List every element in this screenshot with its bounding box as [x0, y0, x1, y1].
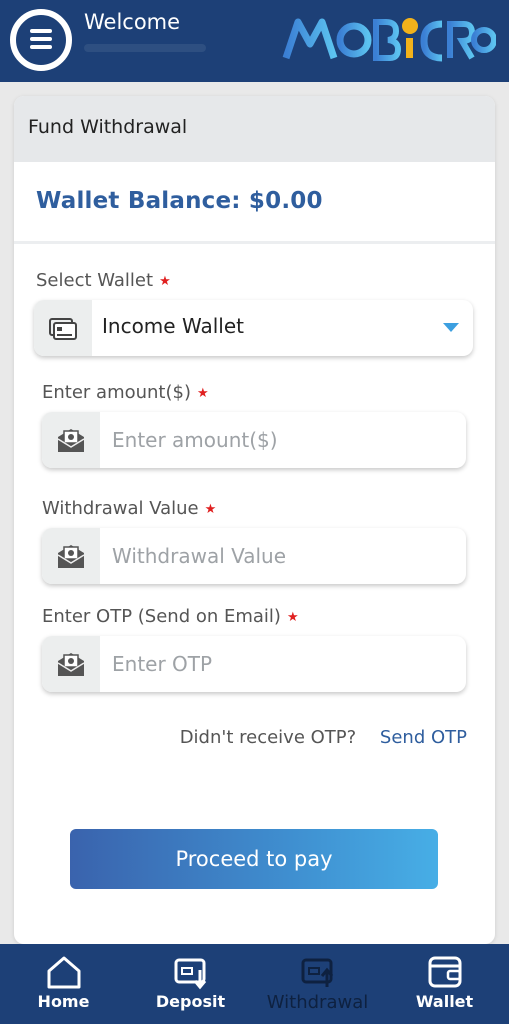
otp-question: Didn't receive OTP?	[179, 727, 357, 748]
bottom-nav: Home Deposit Withdrawal Wallet	[0, 944, 509, 1024]
brand-logo	[282, 18, 496, 62]
divider	[14, 241, 495, 244]
otp-field[interactable]	[42, 636, 466, 692]
nav-withdrawal-label: Withdrawal	[266, 992, 369, 1013]
amount-field[interactable]	[42, 412, 466, 468]
menu-icon[interactable]	[10, 9, 72, 71]
amount-input[interactable]	[112, 412, 456, 468]
chevron-down-icon	[443, 323, 459, 332]
resend-otp-row: Didn't receive OTP? Send OTP	[180, 727, 467, 748]
page-title: Fund Withdrawal	[14, 96, 495, 162]
amount-label-text: Enter amount($)	[42, 382, 191, 403]
required-star: ★	[196, 386, 209, 401]
withdrawal-value-label: Withdrawal Value ★	[42, 498, 216, 519]
nav-wallet[interactable]: Wallet	[381, 944, 508, 1024]
card-icon	[34, 300, 92, 356]
wallet-icon	[428, 956, 461, 988]
select-wallet-label: Select Wallet ★	[36, 270, 171, 291]
withdrawal-icon	[301, 958, 333, 987]
otp-label: Enter OTP (Send on Email) ★	[42, 606, 299, 627]
send-otp-link[interactable]: Send OTP	[380, 727, 467, 748]
wallet-select[interactable]: Income Wallet	[34, 300, 473, 356]
required-star: ★	[286, 610, 299, 625]
proceed-to-pay-button[interactable]: Proceed to pay	[70, 829, 438, 889]
select-wallet-label-text: Select Wallet	[36, 270, 154, 291]
money-envelope-icon	[42, 636, 100, 692]
otp-label-text: Enter OTP (Send on Email)	[42, 606, 281, 627]
app-header: Welcome	[0, 0, 509, 82]
nav-home[interactable]: Home	[0, 944, 127, 1024]
nav-deposit-label: Deposit	[155, 992, 226, 1011]
nav-withdrawal[interactable]: Withdrawal	[254, 944, 381, 1024]
wallet-balance: Wallet Balance: $0.00	[36, 188, 323, 214]
withdrawal-value-field[interactable]	[42, 528, 466, 584]
money-envelope-icon	[42, 528, 100, 584]
nav-home-label: Home	[37, 992, 90, 1011]
withdrawal-value-input[interactable]	[112, 528, 456, 584]
nav-deposit[interactable]: Deposit	[127, 944, 254, 1024]
home-icon	[47, 956, 80, 989]
required-star: ★	[159, 274, 171, 289]
required-star: ★	[204, 502, 217, 517]
nav-wallet-label: Wallet	[415, 992, 474, 1011]
wallet-select-value: Income Wallet	[102, 314, 244, 338]
money-envelope-icon	[42, 412, 100, 468]
withdrawal-card: Fund Withdrawal Wallet Balance: $0.00 Se…	[14, 96, 495, 944]
amount-label: Enter amount($) ★	[42, 382, 209, 403]
withdrawal-value-label-text: Withdrawal Value	[42, 498, 199, 519]
user-name-blurred	[84, 44, 206, 52]
deposit-icon	[174, 958, 206, 990]
welcome-text: Welcome	[84, 10, 181, 34]
otp-input[interactable]	[112, 636, 456, 692]
